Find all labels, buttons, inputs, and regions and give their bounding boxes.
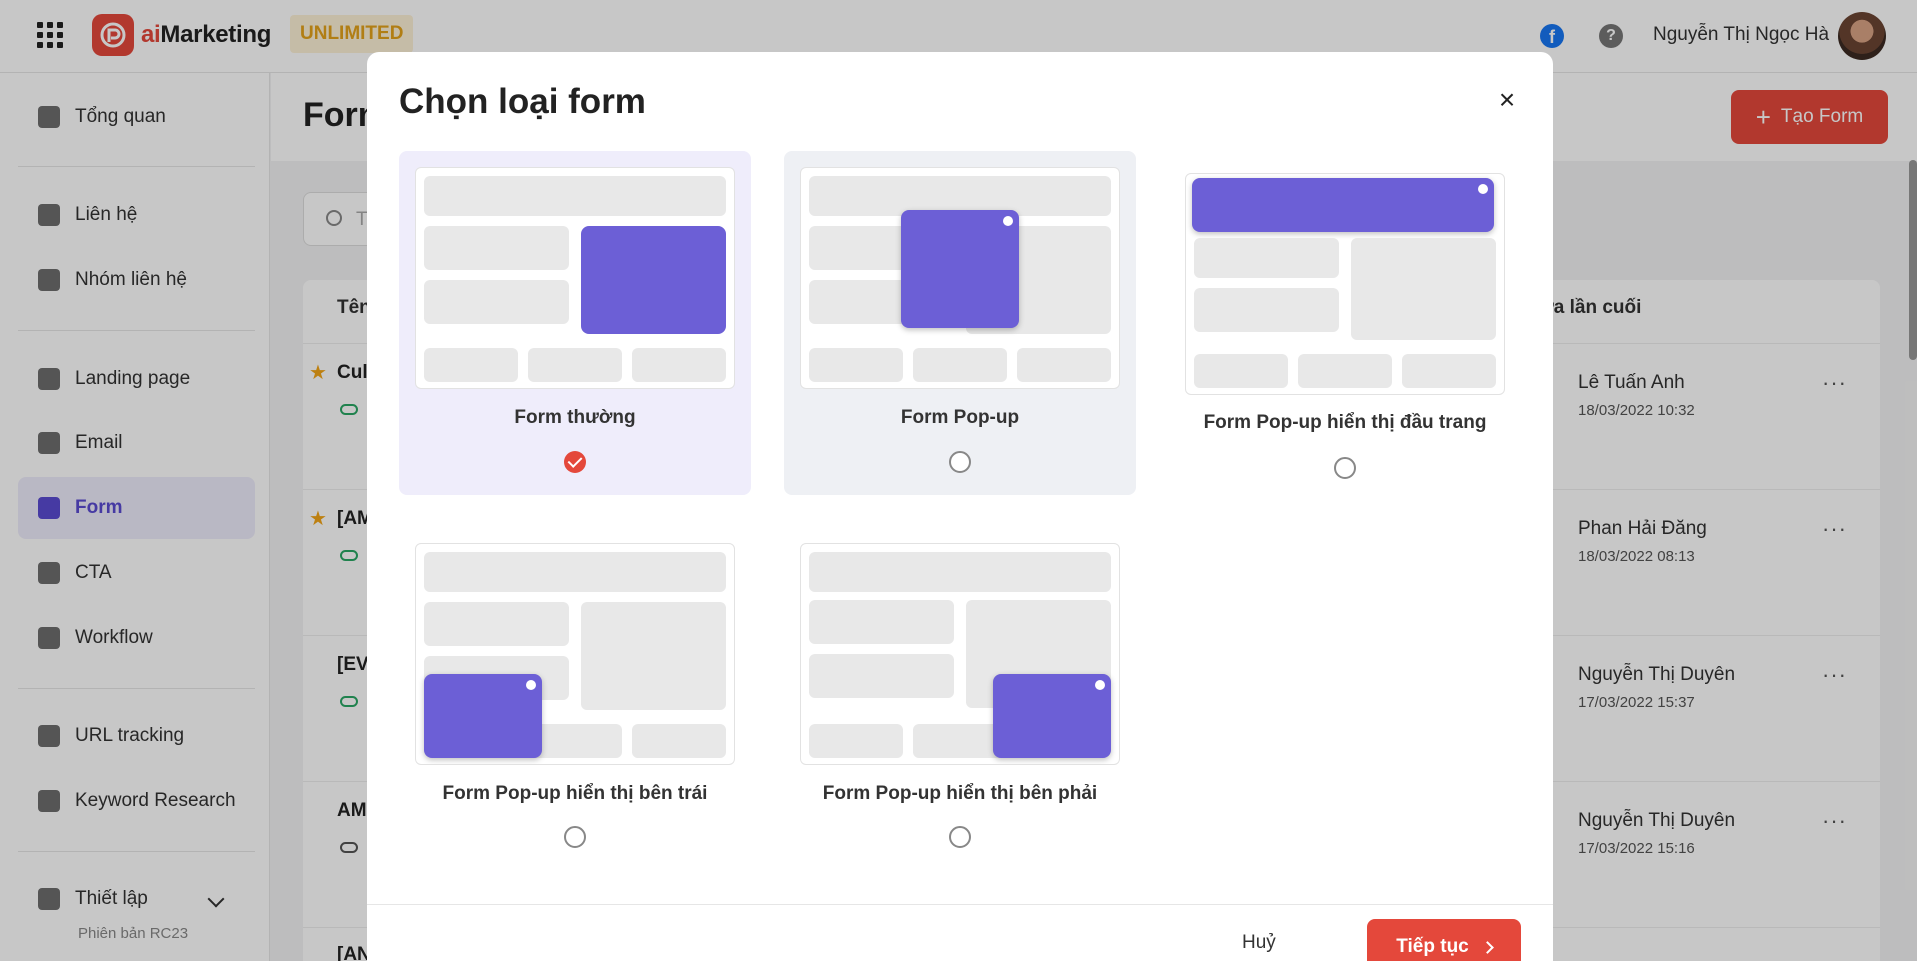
option-radio[interactable] <box>1334 457 1356 479</box>
option-label: Form Pop-up hiển thị đầu trang <box>1203 412 1487 433</box>
close-icon[interactable]: × <box>1495 86 1519 114</box>
form-type-option-popup-right[interactable]: Form Pop-up hiển thị bên phải <box>784 527 1136 871</box>
option-radio[interactable] <box>949 826 971 848</box>
popup-left-form-preview <box>415 543 735 765</box>
regular-form-preview <box>415 167 735 389</box>
option-label: Form Pop-up <box>900 407 1020 428</box>
popup-form-preview <box>800 167 1120 389</box>
option-radio-checked[interactable] <box>564 451 586 473</box>
option-radio[interactable] <box>564 826 586 848</box>
form-type-option-popup-top[interactable]: Form Pop-up hiển thị đầu trang <box>1169 151 1521 495</box>
option-label: Form Pop-up hiển thị bên trái <box>442 783 708 804</box>
form-type-option-popup[interactable]: Form Pop-up <box>784 151 1136 495</box>
form-type-option-popup-left[interactable]: Form Pop-up hiển thị bên trái <box>399 527 751 871</box>
form-type-option-regular[interactable]: Form thường <box>399 151 751 495</box>
option-label: Form thường <box>514 407 636 428</box>
modal-footer-divider <box>367 904 1553 905</box>
cancel-button[interactable]: Huỷ <box>1242 932 1276 954</box>
option-radio[interactable] <box>949 451 971 473</box>
chevron-right-icon <box>1480 940 1494 954</box>
option-label: Form Pop-up hiển thị bên phải <box>822 783 1098 804</box>
choose-form-type-modal: Chọn loại form × Form thường Form Pop-up… <box>367 52 1553 961</box>
popup-top-form-preview <box>1185 173 1505 395</box>
modal-title: Chọn loại form <box>399 82 646 121</box>
continue-button[interactable]: Tiếp tục <box>1367 919 1521 961</box>
continue-label: Tiếp tục <box>1396 936 1469 957</box>
app-root: aiMarketing UNLIMITED f ? Nguyễn Thị Ngọ… <box>0 0 1917 961</box>
popup-right-form-preview <box>800 543 1120 765</box>
